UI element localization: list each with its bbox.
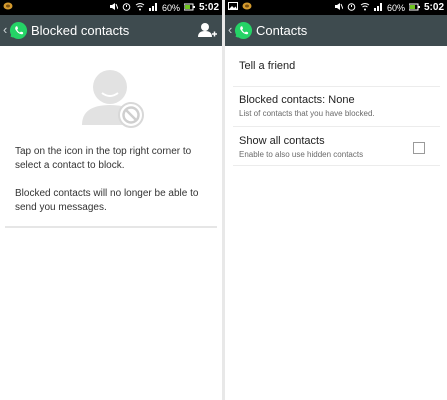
blocked-contacts-card: Tap on the icon in the top right corner … xyxy=(5,46,217,228)
whatsapp-logo-icon[interactable] xyxy=(9,21,28,40)
show-all-contacts-summary: Enable to also use hidden contacts xyxy=(239,150,364,159)
gallery-icon xyxy=(228,2,238,12)
battery-icon xyxy=(408,3,420,13)
contacts-settings-screen: 60% 5:02 ‹ Contacts Tell a friend Blocke… xyxy=(225,0,447,400)
mute-icon xyxy=(109,2,119,13)
status-bar: 60% 5:02 xyxy=(225,0,447,15)
notification-icon xyxy=(3,2,13,12)
wifi-icon xyxy=(360,2,370,13)
mute-icon xyxy=(334,2,344,13)
status-left xyxy=(3,2,13,12)
app-bar: ‹ Blocked contacts xyxy=(0,15,222,46)
battery-icon xyxy=(183,3,195,13)
blocked-contacts-row[interactable]: Blocked contacts: None List of contacts … xyxy=(233,94,440,127)
instruction-text: Tap on the icon in the top right corner … xyxy=(15,146,192,171)
back-chevron-icon[interactable]: ‹ xyxy=(3,23,7,36)
signal-icon xyxy=(373,2,383,13)
screen-title: Contacts xyxy=(256,23,308,38)
status-bar: 60% 5:02 xyxy=(0,0,222,15)
show-all-contacts-checkbox[interactable] xyxy=(413,142,425,154)
back-chevron-icon[interactable]: ‹ xyxy=(228,23,232,36)
clock: 5:02 xyxy=(198,2,219,13)
blocked-contacts-summary: List of contacts that you have blocked. xyxy=(239,109,375,118)
status-right: 60% 5:02 xyxy=(109,1,219,14)
screen-title: Blocked contacts xyxy=(31,23,130,38)
alarm-icon xyxy=(122,2,131,13)
show-all-contacts-label: Show all contacts xyxy=(239,135,325,147)
tell-a-friend-label: Tell a friend xyxy=(239,60,296,72)
alarm-icon xyxy=(347,2,356,13)
blocked-contacts-screen: 60% 5:02 ‹ Blocked contacts Tap on the i… xyxy=(0,0,222,400)
status-left xyxy=(228,2,252,12)
show-all-contacts-row[interactable]: Show all contacts Enable to also use hid… xyxy=(233,135,440,166)
tell-a-friend-row[interactable]: Tell a friend xyxy=(233,60,440,87)
status-right: 60% 5:02 xyxy=(334,1,444,14)
blocked-contacts-label: Blocked contacts: None xyxy=(239,94,355,106)
notification-icon xyxy=(242,2,252,12)
clock: 5:02 xyxy=(423,2,444,13)
wifi-icon xyxy=(135,2,145,13)
battery-percent: 60% xyxy=(161,2,180,13)
battery-percent: 60% xyxy=(386,2,405,13)
blocked-user-icon xyxy=(82,63,152,133)
signal-icon xyxy=(148,2,158,13)
whatsapp-logo-icon[interactable] xyxy=(234,21,253,40)
app-bar: ‹ Contacts xyxy=(225,15,447,46)
add-contact-icon[interactable] xyxy=(196,20,218,42)
info-text: Blocked contacts will no longer be able … xyxy=(15,188,199,213)
